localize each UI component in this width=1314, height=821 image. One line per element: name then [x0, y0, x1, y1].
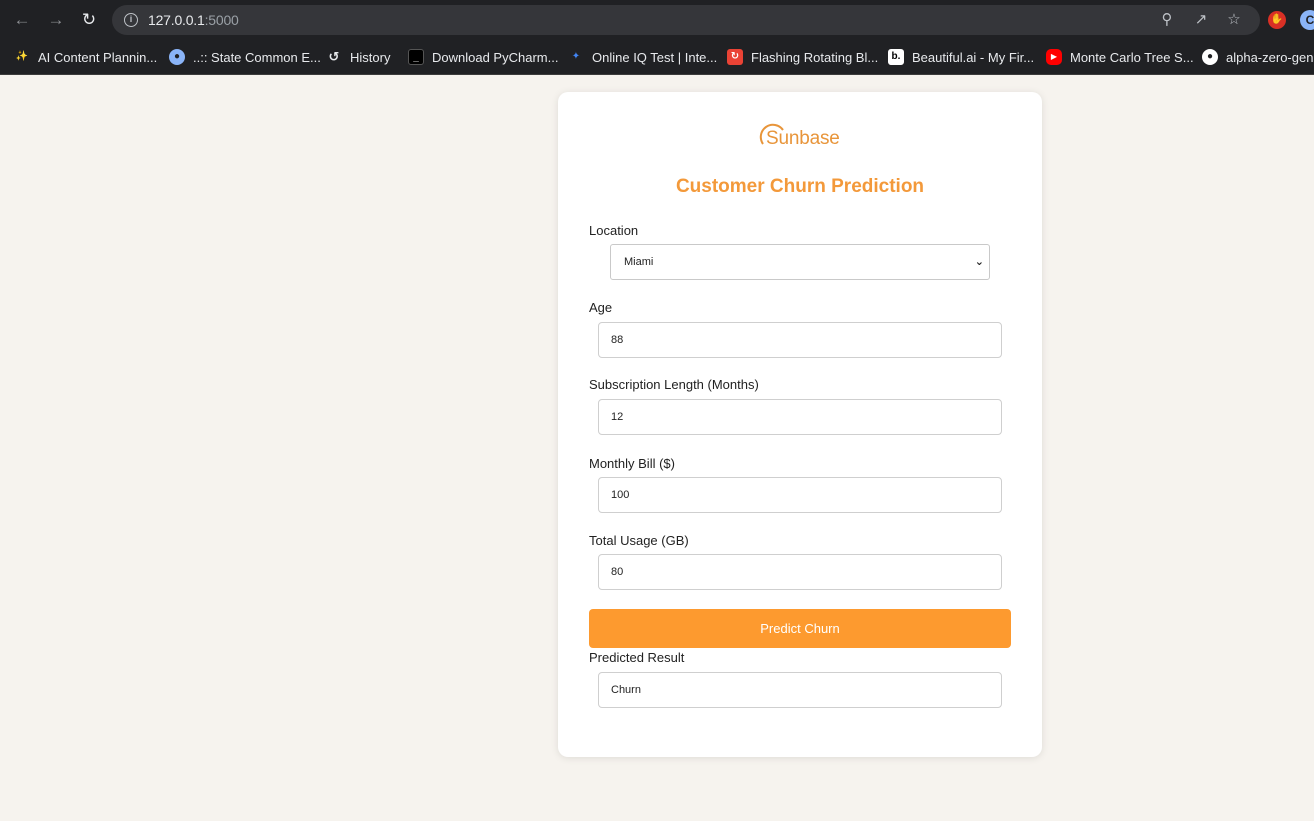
bookmark-item[interactable]: b. Beautiful.ai - My Fir... [888, 48, 1034, 66]
location-select[interactable]: Miami ⌄ [610, 244, 990, 280]
forward-arrow-icon[interactable]: → [46, 10, 66, 30]
sunbase-logo: Sunbase [766, 128, 840, 149]
site-info-icon[interactable]: i [124, 13, 138, 27]
monthly-bill-input[interactable]: 100 [598, 477, 1002, 513]
bookmark-star-icon[interactable]: ☆ [1225, 11, 1243, 29]
bookmark-item[interactable]: ↻ Flashing Rotating Bl... [727, 48, 878, 66]
profile-avatar[interactable]: C [1300, 10, 1314, 30]
beautiful-ai-icon: b. [888, 49, 904, 65]
pycharm-icon: _ [408, 49, 424, 65]
total-usage-label: Total Usage (GB) [589, 533, 689, 548]
location-label: Location [589, 223, 639, 238]
bookmark-item[interactable]: ↺ History [326, 48, 391, 66]
page-title: Customer Churn Prediction [675, 176, 925, 197]
flashing-icon: ↻ [727, 49, 743, 65]
age-input[interactable]: 88 [598, 322, 1002, 358]
extension-icon[interactable]: ✋ [1268, 11, 1286, 29]
bookmark-item[interactable]: ✦ Online IQ Test | Inte... [568, 48, 717, 66]
subscription-length-input[interactable]: 12 [598, 399, 1002, 435]
address-bar[interactable]: i 127.0.0.1:5000 ⚲ ↗ ☆ [112, 5, 1260, 35]
github-icon: ● [1202, 49, 1218, 65]
prediction-card: Sunbase Customer Churn Prediction Locati… [558, 92, 1042, 757]
predict-churn-button[interactable]: Predict Churn [589, 609, 1011, 648]
browser-toolbar: ← → ↻ i 127.0.0.1:5000 ⚲ ↗ ☆ ✋ C [0, 0, 1314, 40]
back-arrow-icon[interactable]: ← [12, 10, 32, 30]
iq-test-icon: ✦ [571, 51, 581, 62]
predicted-result-field: Churn [598, 672, 1002, 708]
bookmark-item[interactable]: ●..:: State Common E... [169, 48, 321, 66]
chevron-down-icon: ⌄ [974, 256, 984, 268]
bookmark-item[interactable]: _ Download PyCharm... [408, 48, 558, 66]
predicted-result-label: Predicted Result [589, 650, 685, 665]
total-usage-input[interactable]: 80 [598, 554, 1002, 590]
sparkle-icon: ✨ [15, 51, 29, 62]
share-icon[interactable]: ↗ [1192, 11, 1210, 29]
subscription-length-label: Subscription Length (Months) [589, 377, 759, 392]
bookmarks-bar: ✨ AI Content Plannin... ●..:: State Commo… [0, 40, 1314, 75]
globe-icon: ● [169, 49, 185, 65]
history-icon: ↺ [328, 49, 340, 64]
bookmark-item[interactable]: ● alpha-zero-gene [1202, 48, 1314, 66]
monthly-bill-label: Monthly Bill ($) [589, 456, 675, 471]
url-text: 127.0.0.1:5000 [148, 12, 239, 28]
youtube-icon: ▶ [1046, 49, 1062, 65]
bookmark-item[interactable]: ▶ Monte Carlo Tree S... [1046, 48, 1194, 66]
reload-icon[interactable]: ↻ [79, 10, 99, 30]
zoom-icon[interactable]: ⚲ [1158, 11, 1176, 29]
age-label: Age [589, 300, 613, 315]
bookmark-item[interactable]: ✨ AI Content Plannin... [14, 48, 157, 66]
